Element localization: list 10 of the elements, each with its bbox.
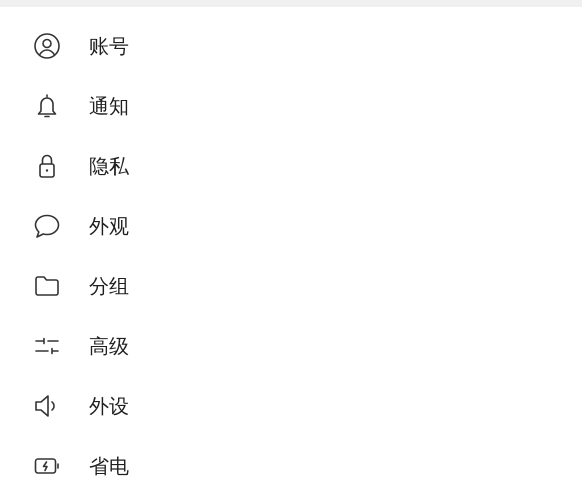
- menu-item[interactable]: 省电: [0, 436, 582, 496]
- menu-item[interactable]: 外设: [0, 376, 582, 436]
- menu-item[interactable]: 通知: [0, 76, 582, 136]
- person-icon: [33, 32, 61, 60]
- speech-bubble-icon: [33, 212, 61, 240]
- menu-item[interactable]: 账号: [0, 16, 582, 76]
- menu-item[interactable]: 隐私: [0, 136, 582, 196]
- menu-item[interactable]: 高级: [0, 316, 582, 376]
- menu-item[interactable]: 外观: [0, 196, 582, 256]
- menu-item[interactable]: 分组: [0, 256, 582, 316]
